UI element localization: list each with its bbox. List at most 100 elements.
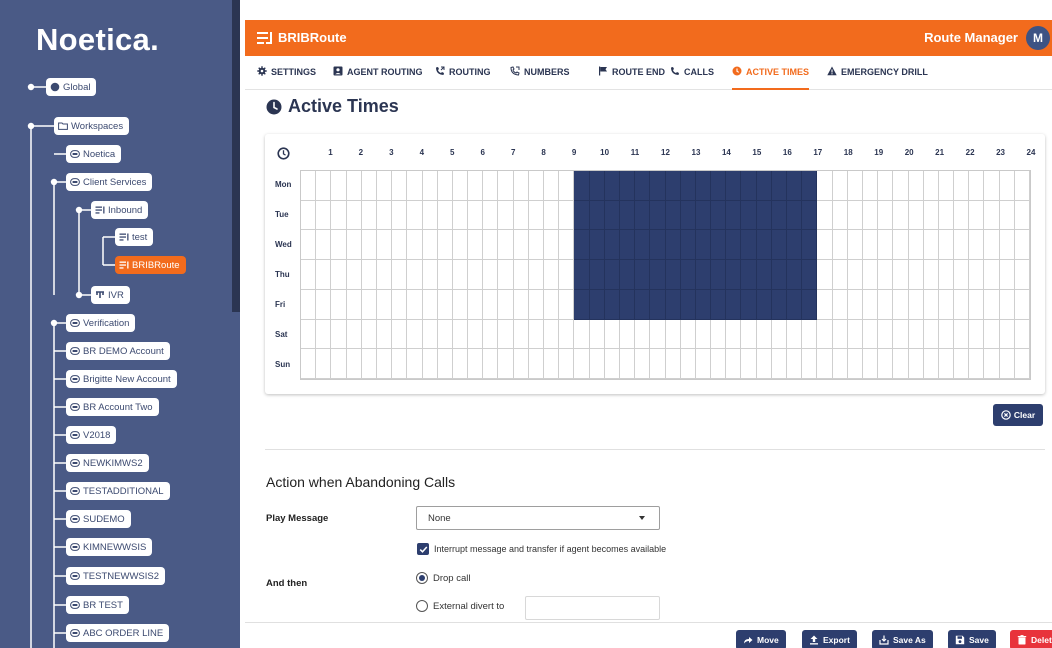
time-slot-cell[interactable] <box>802 289 818 320</box>
time-slot-cell[interactable] <box>817 171 833 201</box>
tab-emergency-drill[interactable]: EMERGENCY DRILL <box>827 66 928 90</box>
time-slot-cell[interactable] <box>361 349 377 379</box>
time-slot-cell[interactable] <box>938 289 955 320</box>
user-avatar[interactable]: M <box>1026 26 1050 50</box>
time-slot-cell[interactable] <box>650 230 666 261</box>
time-slot-cell[interactable] <box>923 349 939 379</box>
time-slot-cell[interactable] <box>938 349 955 379</box>
time-slot-cell[interactable] <box>331 349 347 379</box>
time-slot-cell[interactable] <box>923 200 939 231</box>
time-slot-cell[interactable] <box>999 289 1015 320</box>
tab-calls[interactable]: CALLS <box>670 67 714 90</box>
time-slot-cell[interactable] <box>893 230 909 261</box>
time-slot-cell[interactable] <box>361 260 377 290</box>
time-slot-cell[interactable] <box>711 230 727 261</box>
external-divert-radio[interactable] <box>416 600 428 612</box>
time-slot-cell[interactable] <box>392 230 408 261</box>
time-slot-cell[interactable] <box>604 200 620 231</box>
time-slot-cell[interactable] <box>969 230 985 261</box>
time-slot-cell[interactable] <box>680 289 696 320</box>
time-slot-cell[interactable] <box>893 171 909 201</box>
tree-node[interactable]: BR DEMO Account <box>66 342 170 360</box>
time-slot-cell[interactable] <box>407 230 423 261</box>
time-slot-cell[interactable] <box>999 230 1015 261</box>
time-slot-cell[interactable] <box>316 319 332 350</box>
time-slot-cell[interactable] <box>847 319 863 350</box>
time-slot-cell[interactable] <box>817 319 833 350</box>
time-slot-cell[interactable] <box>680 349 696 379</box>
time-slot-cell[interactable] <box>346 319 362 350</box>
time-slot-cell[interactable] <box>650 200 666 231</box>
time-slot-cell[interactable] <box>726 260 742 290</box>
time-slot-cell[interactable] <box>832 200 848 231</box>
time-slot-cell[interactable] <box>862 260 879 290</box>
time-slot-cell[interactable] <box>437 260 453 290</box>
tree-node[interactable]: KIMNEWWSIS <box>66 538 153 556</box>
time-slot-cell[interactable] <box>726 319 742 350</box>
time-slot-cell[interactable] <box>619 171 636 201</box>
time-slot-cell[interactable] <box>832 349 848 379</box>
time-slot-cell[interactable] <box>346 349 362 379</box>
time-slot-cell[interactable] <box>407 200 423 231</box>
time-slot-cell[interactable] <box>711 319 727 350</box>
time-slot-cell[interactable] <box>787 230 803 261</box>
time-slot-cell[interactable] <box>559 200 575 231</box>
time-slot-cell[interactable] <box>1014 289 1030 320</box>
time-slot-cell[interactable] <box>680 230 696 261</box>
time-slot-cell[interactable] <box>528 260 544 290</box>
time-slot-cell[interactable] <box>544 200 560 231</box>
time-slot-cell[interactable] <box>316 171 332 201</box>
time-slot-cell[interactable] <box>908 171 924 201</box>
tree-node[interactable]: BR Account Two <box>66 398 159 416</box>
time-slot-cell[interactable] <box>711 260 727 290</box>
time-slot-cell[interactable] <box>574 289 590 320</box>
time-slot-cell[interactable] <box>498 200 514 231</box>
time-slot-cell[interactable] <box>468 260 484 290</box>
time-slot-cell[interactable] <box>695 289 712 320</box>
time-slot-cell[interactable] <box>301 260 317 290</box>
time-slot-cell[interactable] <box>984 349 1000 379</box>
time-slot-cell[interactable] <box>316 200 332 231</box>
time-slot-cell[interactable] <box>908 200 924 231</box>
time-slot-cell[interactable] <box>741 319 757 350</box>
time-slot-cell[interactable] <box>817 260 833 290</box>
time-slot-cell[interactable] <box>878 260 894 290</box>
time-slot-cell[interactable] <box>1014 260 1030 290</box>
time-slot-cell[interactable] <box>954 289 970 320</box>
time-slot-cell[interactable] <box>589 200 605 231</box>
time-slot-cell[interactable] <box>847 230 863 261</box>
time-slot-cell[interactable] <box>832 230 848 261</box>
time-slot-cell[interactable] <box>604 230 620 261</box>
time-slot-cell[interactable] <box>528 349 544 379</box>
tree-node[interactable]: BRIBRoute <box>115 256 186 274</box>
time-slot-cell[interactable] <box>695 319 712 350</box>
tree-node[interactable]: V2018 <box>66 426 117 444</box>
time-slot-cell[interactable] <box>984 260 1000 290</box>
time-slot-cell[interactable] <box>756 289 772 320</box>
tree-node[interactable]: TESTNEWWSIS2 <box>66 567 166 585</box>
time-slot-cell[interactable] <box>528 171 544 201</box>
tree-node[interactable]: Brigitte New Account <box>66 370 177 388</box>
sidebar-scrollbar[interactable] <box>232 0 240 312</box>
time-slot-cell[interactable] <box>407 289 423 320</box>
time-slot-cell[interactable] <box>574 260 590 290</box>
time-slot-cell[interactable] <box>893 289 909 320</box>
time-slot-cell[interactable] <box>635 319 651 350</box>
time-slot-cell[interactable] <box>376 260 393 290</box>
time-slot-cell[interactable] <box>331 260 347 290</box>
time-slot-cell[interactable] <box>787 319 803 350</box>
time-slot-cell[interactable] <box>376 349 393 379</box>
time-slot-cell[interactable] <box>407 349 423 379</box>
time-slot-cell[interactable] <box>817 289 833 320</box>
time-slot-cell[interactable] <box>544 260 560 290</box>
time-slot-cell[interactable] <box>862 171 879 201</box>
time-slot-cell[interactable] <box>513 260 529 290</box>
time-slot-cell[interactable] <box>711 200 727 231</box>
time-slot-cell[interactable] <box>483 289 499 320</box>
time-slot-cell[interactable] <box>802 171 818 201</box>
time-slot-cell[interactable] <box>361 319 377 350</box>
time-slot-cell[interactable] <box>862 289 879 320</box>
time-slot-cell[interactable] <box>999 260 1015 290</box>
time-slot-cell[interactable] <box>331 319 347 350</box>
time-slot-cell[interactable] <box>301 171 317 201</box>
